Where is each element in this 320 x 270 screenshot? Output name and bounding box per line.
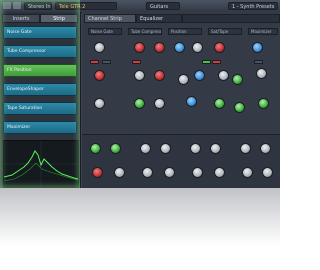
spectrum-graph (3, 140, 79, 188)
comp-threshold-knob[interactable] (134, 42, 145, 53)
gate-side-button[interactable] (102, 60, 111, 64)
eq-band2-gain-knob[interactable] (140, 143, 151, 154)
comp-ratio-knob[interactable] (154, 42, 165, 53)
comp-release-knob[interactable] (154, 70, 165, 81)
position-delay-knob[interactable] (186, 96, 197, 107)
left-tabs: Inserts Strip (2, 14, 78, 23)
slot-maximizer[interactable]: Maximizer (3, 121, 77, 134)
sat-mix-knob[interactable] (232, 74, 243, 85)
equalizer-strip (82, 134, 280, 188)
comp-on-button[interactable] (132, 60, 141, 64)
module-noise-gate-header[interactable]: Noise Gate (88, 28, 122, 35)
tab-strip[interactable]: Strip (40, 14, 78, 23)
eq-band4-q-knob[interactable] (242, 167, 253, 178)
max-on-button[interactable] (254, 60, 263, 64)
eq-band3-type-knob[interactable] (214, 167, 225, 178)
position-depth-knob[interactable] (194, 70, 205, 81)
slot-noise-gate[interactable]: Noise Gate (3, 26, 77, 39)
sat-tone-knob[interactable] (218, 70, 229, 81)
eq-band4-freq-knob[interactable] (260, 143, 271, 154)
eq-band4-type-knob[interactable] (262, 167, 273, 178)
sat-mode-button[interactable] (212, 60, 221, 64)
right-tabs: Channel Strip Equalizer (82, 14, 280, 23)
comp-attack-knob[interactable] (134, 70, 145, 81)
mixer-window: Stereo In Tele GTR 2 Guitars 1 - Synth P… (0, 0, 280, 188)
tab-equalizer[interactable]: Equalizer (136, 14, 182, 23)
slot-envelope-shaper[interactable]: EnvelopeShaper (3, 83, 77, 96)
channel-strip-panel: Channel Strip Equalizer Noise Gate Tube … (82, 12, 280, 188)
tab-channel-strip[interactable]: Channel Strip (84, 14, 136, 23)
comp-mix-knob[interactable] (154, 98, 165, 109)
module-sat-tape-header[interactable]: Sat/Tape (208, 28, 242, 35)
module-maximizer-header[interactable]: Maximizer (248, 28, 278, 35)
synth-presets-field[interactable]: 1 - Synth Presets (228, 2, 278, 10)
max-release-knob[interactable] (258, 98, 269, 109)
sat-drive-knob[interactable] (214, 42, 225, 53)
module-position-header[interactable]: Position (168, 28, 202, 35)
gate-threshold-knob[interactable] (94, 42, 105, 53)
insert-panel: Inserts Strip Noise Gate Tube Compressor… (0, 12, 81, 188)
eq-band1-q-knob[interactable] (92, 167, 103, 178)
eq-band1-freq-knob[interactable] (110, 143, 121, 154)
eq-band3-gain-knob[interactable] (190, 143, 201, 154)
slot-fx-position[interactable]: FX Position (3, 64, 77, 77)
instrument-field[interactable]: Guitars (146, 2, 180, 10)
eq-band3-q-knob[interactable] (192, 167, 203, 178)
sat-output-knob[interactable] (214, 98, 225, 109)
gate-release-knob[interactable] (94, 70, 105, 81)
eq-band1-type-knob[interactable] (114, 167, 125, 178)
tab-inserts[interactable]: Inserts (2, 14, 40, 23)
gate-range-knob[interactable] (94, 98, 105, 109)
position-width-knob[interactable] (178, 74, 189, 85)
insert-slots: Noise Gate Tube Compressor FX Position E… (3, 26, 77, 140)
position-knob[interactable] (174, 42, 185, 53)
spectrum-curve (3, 141, 79, 187)
module-tube-compressor-header[interactable]: Tube Compressor (128, 28, 162, 35)
eq-band3-freq-knob[interactable] (210, 143, 221, 154)
eq-band4-gain-knob[interactable] (240, 143, 251, 154)
sat-on-button[interactable] (202, 60, 211, 64)
gate-on-button[interactable] (90, 60, 99, 64)
position-mix-knob[interactable] (192, 42, 203, 53)
slot-tube-compressor[interactable]: Tube Compressor (3, 45, 77, 58)
track-name-field[interactable]: Tele GTR 2 (55, 2, 117, 10)
eq-band2-freq-knob[interactable] (160, 143, 171, 154)
preset-field[interactable]: Stereo In (24, 2, 52, 10)
bypass-icon[interactable] (13, 2, 21, 9)
eq-band1-gain-knob[interactable] (90, 143, 101, 154)
slot-tape-saturation[interactable]: Tape Saturation (3, 102, 77, 115)
sat-level-knob[interactable] (234, 102, 245, 113)
eq-band2-type-knob[interactable] (164, 167, 175, 178)
max-output-knob[interactable] (252, 42, 263, 53)
tab-spacer (182, 14, 280, 23)
window-reflection (0, 188, 280, 270)
max-ceiling-knob[interactable] (256, 68, 267, 79)
eq-band2-q-knob[interactable] (142, 167, 153, 178)
power-icon[interactable] (3, 2, 11, 9)
comp-drive-knob[interactable] (134, 98, 145, 109)
